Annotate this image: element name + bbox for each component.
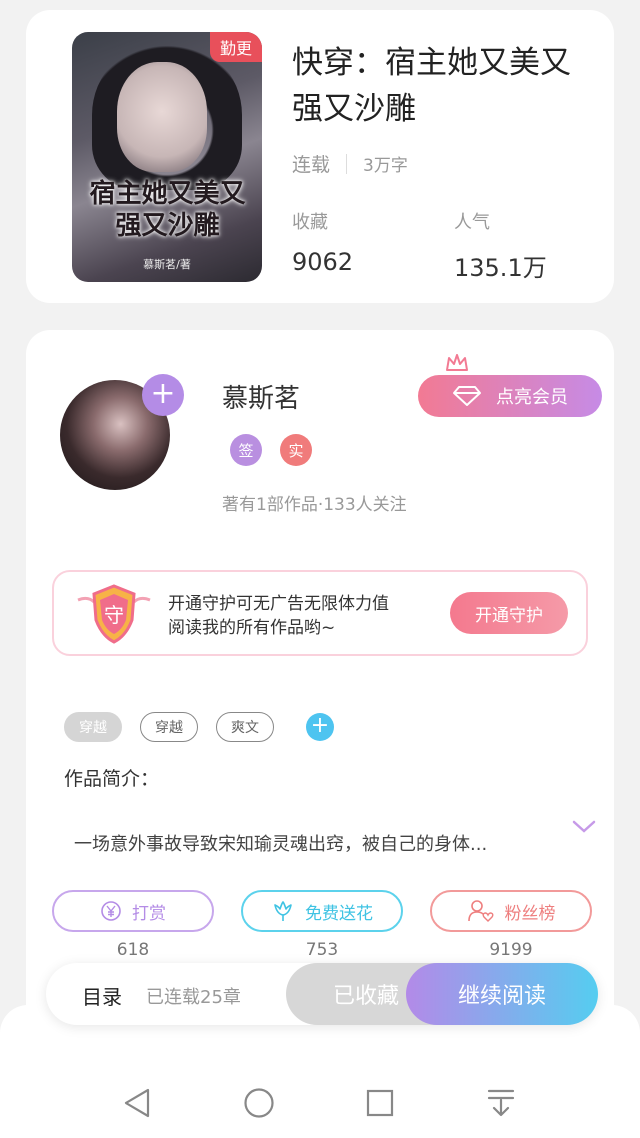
popularity-value: 135.1万 <box>454 254 547 282</box>
continue-reading-button[interactable]: 继续阅读 <box>406 963 598 1025</box>
crown-icon <box>446 354 468 371</box>
flower-count: 753 <box>305 940 339 960</box>
toc-button[interactable]: 目录 <box>82 981 122 1010</box>
recents-square-icon[interactable] <box>365 1087 395 1119</box>
follow-plus-icon[interactable]: + <box>142 374 184 416</box>
synopsis-label: 作品简介： <box>64 768 160 790</box>
reward-count: 618 <box>116 940 150 960</box>
tag-item[interactable]: 爽文 <box>216 712 274 742</box>
fan-user-icon <box>467 900 493 922</box>
fans-ranking-button[interactable]: 粉丝榜 <box>430 890 592 932</box>
author-name[interactable]: 慕斯茗 <box>222 378 300 415</box>
diamond-icon <box>453 386 481 406</box>
book-title: 快穿：宿主她又美又强又沙雕 <box>292 45 571 127</box>
author-badges: 签 实 <box>230 434 312 466</box>
signed-badge: 签 <box>230 434 262 466</box>
flower-label: 免费送花 <box>305 903 373 924</box>
add-tag-icon[interactable]: + <box>306 713 334 741</box>
guard-line1: 开通守护可无广告无限体力值 <box>168 594 389 614</box>
cover-face-art <box>117 62 207 172</box>
yen-coin-icon <box>101 901 121 921</box>
popularity-stat: 人气 135.1万 <box>454 208 547 283</box>
book-status: 连载 <box>292 154 331 176</box>
back-triangle-icon[interactable] <box>122 1087 154 1119</box>
book-meta: 连载 3万字 <box>292 150 408 177</box>
guard-shield-char: 守 <box>104 603 124 627</box>
send-flower-button[interactable]: 免费送花 <box>241 890 403 932</box>
tag-item[interactable]: 穿越 <box>64 712 122 742</box>
cover-title: 宿主她又美又强又沙雕 <box>89 179 246 241</box>
vip-button[interactable]: 点亮会员 <box>418 375 602 417</box>
verified-badge: 实 <box>280 434 312 466</box>
notification-pulldown-icon[interactable] <box>486 1087 516 1119</box>
tag-item[interactable]: 穿越 <box>140 712 198 742</box>
cover-author: 慕斯茗/著 <box>143 258 191 271</box>
book-info-card: 勤更 宿主她又美又强又沙雕 慕斯茗/著 快穿：宿主她又美又强又沙雕 连载 3万字… <box>26 10 614 303</box>
reward-action: 打赏 618 <box>52 890 214 960</box>
chapter-status: 已连载25章 <box>146 987 241 1008</box>
fans-count: 9199 <box>489 940 533 960</box>
guard-button[interactable]: 开通守护 <box>450 592 568 634</box>
reward-button[interactable]: 打赏 <box>52 890 214 932</box>
update-badge: 勤更 <box>210 32 262 62</box>
favorites-value: 9062 <box>292 248 354 276</box>
guard-text: 开通守护可无广告无限体力值 阅读我的所有作品哟~ <box>168 592 389 640</box>
meta-divider <box>346 153 348 174</box>
flower-action: 免费送花 753 <box>241 890 403 960</box>
synopsis-text[interactable]: 一场意外事故导致宋知瑜灵魂出窍，被自己的身体... <box>74 830 487 856</box>
chevron-down-icon[interactable] <box>572 820 596 834</box>
action-buttons: 打赏 618 免费送花 753 粉丝榜 9199 <box>52 890 592 960</box>
guard-banner: 守 开通守护可无广告无限体力值 阅读我的所有作品哟~ 开通守护 <box>52 570 588 656</box>
fans-action: 粉丝榜 9199 <box>430 890 592 960</box>
guard-line2: 阅读我的所有作品哟~ <box>168 618 336 638</box>
vip-button-label: 点亮会员 <box>496 387 568 408</box>
word-count: 3万字 <box>363 156 408 176</box>
reward-label: 打赏 <box>132 903 166 924</box>
tag-list: 穿越 穿越 爽文 + <box>64 712 334 742</box>
author-stats: 著有1部作品·133人关注 <box>222 495 407 515</box>
read-bar: 目录 已连载25章 已收藏 继续阅读 <box>46 963 598 1025</box>
home-circle-icon[interactable] <box>243 1087 275 1119</box>
book-cover[interactable]: 勤更 宿主她又美又强又沙雕 慕斯茗/著 <box>72 32 262 282</box>
popularity-label: 人气 <box>454 212 490 233</box>
guard-shield-icon: 守 <box>77 584 151 644</box>
favorites-label: 收藏 <box>292 212 328 233</box>
fans-label: 粉丝榜 <box>504 903 556 924</box>
favorites-stat: 收藏 9062 <box>292 208 353 276</box>
flower-icon <box>274 901 292 921</box>
